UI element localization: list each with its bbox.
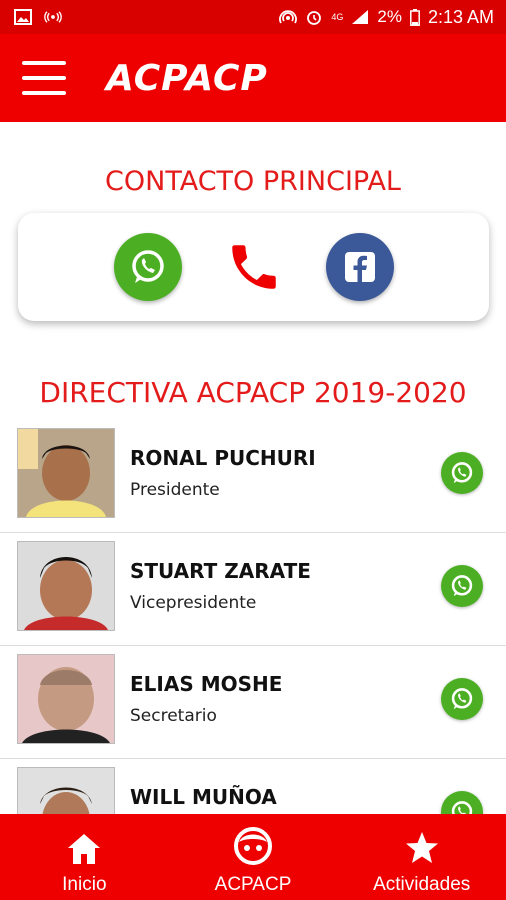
clock: 2:13 AM	[427, 6, 494, 27]
nav-item-acpacp[interactable]: ACPACP	[169, 814, 338, 900]
member-role: Vicepresidente	[130, 593, 257, 613]
member-name: WILL MUÑOA	[130, 785, 277, 809]
member-role: Presidente	[130, 480, 220, 500]
avatar	[17, 428, 115, 518]
avatar	[17, 654, 115, 744]
network-label: 4G	[331, 12, 344, 22]
alarm-icon	[307, 11, 322, 25]
whatsapp-icon[interactable]	[441, 565, 483, 607]
nav-item-actividades[interactable]: Actividades	[337, 814, 506, 900]
whatsapp-icon[interactable]	[441, 452, 483, 494]
member-name: RONAL PUCHURI	[130, 446, 316, 470]
contact-section-title: CONTACTO PRINCIPAL	[105, 166, 401, 197]
contact-card	[18, 213, 489, 321]
whatsapp-icon[interactable]	[113, 233, 182, 301]
list-item: WILL MUÑOA	[0, 759, 506, 814]
directiva-title: DIRECTIVA ACPACP 2019-2020	[39, 376, 467, 409]
status-bar: 4G 2% 2:13 AM	[0, 0, 506, 34]
gallery-icon	[14, 9, 32, 25]
nav-label: Actividades	[373, 874, 471, 895]
broadcast-icon	[44, 11, 62, 23]
list-item: ELIAS MOSHE Secretario	[0, 646, 506, 759]
member-role: Secretario	[130, 706, 217, 726]
members-list: RONAL PUCHURI Presidente STUART ZARATE V…	[0, 420, 506, 814]
whatsapp-icon[interactable]	[441, 678, 483, 720]
app-bar: ACPACP	[0, 34, 506, 122]
whatsapp-icon[interactable]	[441, 791, 483, 814]
nav-item-inicio[interactable]: Inicio	[0, 814, 169, 900]
avatar	[17, 767, 115, 814]
hamburger-menu-icon[interactable]	[22, 61, 66, 95]
battery-percent: 2%	[377, 7, 402, 26]
phone-icon[interactable]	[220, 233, 288, 301]
list-item: RONAL PUCHURI Presidente	[0, 420, 506, 533]
hotspot-icon	[279, 10, 298, 24]
battery-icon	[410, 8, 420, 26]
home-icon	[68, 834, 101, 864]
star-icon	[405, 832, 438, 863]
facebook-icon[interactable]	[325, 233, 394, 301]
app-title: ACPACP	[106, 57, 268, 99]
face-icon	[234, 827, 272, 865]
nav-label: Inicio	[62, 874, 107, 895]
member-name: STUART ZARATE	[130, 559, 311, 583]
member-name: ELIAS MOSHE	[130, 672, 283, 696]
list-item: STUART ZARATE Vicepresidente	[0, 533, 506, 646]
nav-label: ACPACP	[214, 874, 292, 895]
bottom-nav: Inicio ACPACP Actividades	[0, 814, 506, 900]
avatar	[17, 541, 115, 631]
signal-icon	[352, 10, 369, 24]
